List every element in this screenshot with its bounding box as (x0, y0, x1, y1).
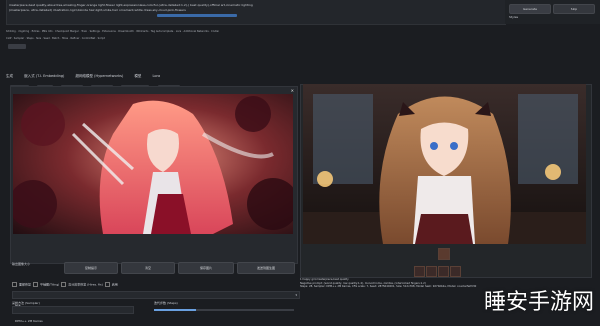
anime-girl-brown-hair-illustration (303, 84, 586, 244)
chevron-down-icon: ▾ (295, 293, 297, 297)
toolbar-item[interactable]: Script (98, 37, 105, 40)
image-icon[interactable] (426, 266, 437, 277)
steps-label: 迭代步数 (Steps) (154, 301, 178, 305)
toolbar-item[interactable]: Checkpoint Merger (55, 30, 79, 33)
folder-icon[interactable] (414, 266, 425, 277)
sampler-value: DPM++ 2M Karras (15, 319, 43, 323)
anime-girl-red-hair-illustration (13, 94, 293, 234)
skip-button[interactable]: Skip (553, 4, 595, 14)
steps-slider[interactable] (154, 309, 294, 311)
toolbar-item[interactable]: Refiner (71, 37, 80, 40)
prompt-line-2: (masterpiece, ultra-detailed) illustrati… (9, 8, 186, 12)
toolbar-item[interactable]: Seed (44, 37, 50, 40)
site-watermark: 睡安手游网 (483, 290, 594, 315)
toolbar-item[interactable]: Sampler (14, 37, 24, 40)
toolbar-item[interactable]: Civitai (211, 30, 219, 33)
toolbar-item[interactable]: Steps (27, 37, 34, 40)
output-image[interactable] (303, 84, 586, 244)
toolbar-item[interactable]: Lora (176, 30, 181, 33)
checkbox-label: 面部修复 (19, 282, 32, 287)
checkbox[interactable] (61, 282, 67, 287)
toolbar-row-1: txt2img · img2img · Extras · PNG Info · … (6, 30, 598, 36)
toolbar-row-2: CLIP · Sampler · Steps · Size · Seed · B… (6, 37, 598, 43)
prompt-line-1: masterpiece,best quality,absurdres,amazi… (9, 3, 253, 7)
palette-icon[interactable] (438, 266, 449, 277)
close-icon[interactable]: ✕ (291, 89, 294, 93)
options-row: 面部修复 平铺图(Tiling) 高分辨率修复 (Hires. fix) 启用 (12, 282, 118, 287)
toolbar-item[interactable]: Tag Autocomplete (151, 30, 174, 33)
prompt-textarea[interactable]: masterpiece,best quality,absurdres,amazi… (6, 0, 506, 25)
toolbar-item[interactable]: Train (81, 30, 87, 33)
main-tabs: 生成 嵌入式 (T.I. Embedding) 超网络模型 (Hypernetw… (6, 62, 286, 78)
script-dropdown[interactable]: 脚本 ▾ (12, 291, 300, 308)
token-progress-bar (157, 14, 237, 17)
output-action-icons (414, 266, 474, 277)
toolbar-item[interactable]: ControlNet (82, 37, 95, 40)
checkbox-label: 平铺图(Tiling) (39, 282, 60, 287)
output-thumbnail[interactable] (438, 248, 450, 260)
generation-settings: 面部修复 平铺图(Tiling) 高分辨率修复 (Hires. fix) 启用 … (10, 270, 300, 323)
sampler-select[interactable]: DPM++ 2M Karras (12, 306, 134, 323)
checkbox[interactable] (32, 282, 38, 287)
toolbar-item[interactable]: PNG Info (42, 30, 53, 33)
toolbar-item[interactable]: Hires (62, 37, 68, 40)
toolbar-item[interactable]: Dreambooth (118, 30, 134, 33)
toolbar-row-1-items: txt2img · img2img · Extras · PNG Info · … (6, 30, 219, 33)
toolbar-item[interactable]: Batch (52, 37, 59, 40)
toolbar-item[interactable]: txt2img (6, 30, 16, 33)
toolbar-item[interactable]: img2img (18, 30, 29, 33)
toolbar-item[interactable]: Size (36, 37, 41, 40)
styles-label: Styles (509, 15, 519, 19)
toolbar-item[interactable]: Extensions (102, 30, 116, 33)
info-line-3: Steps: 28, Sampler: DPM++ 2M Karras, CFG… (300, 285, 477, 289)
image-icon (438, 248, 450, 260)
checkbox-label: 高分辨率修复 (Hires. fix) (68, 282, 103, 287)
save-icon[interactable] (450, 266, 461, 277)
checkbox-label: 启用 (111, 282, 118, 287)
toolbar-item[interactable]: Settings (90, 30, 100, 33)
sampler-label: 采样方法 (Sampler) (12, 301, 40, 305)
toolbar-row-2-items: CLIP · Sampler · Steps · Size · Seed · B… (6, 37, 105, 40)
steps-slider-fill (154, 309, 196, 311)
toolbar-item[interactable]: Wildcards (136, 30, 148, 33)
toolbar-item[interactable]: CLIP (6, 37, 11, 40)
generate-button[interactable]: Generate (509, 4, 551, 14)
toolbar-item[interactable]: Additional Networks (184, 30, 209, 33)
img2img-subtabs: 图生图 涂鸦 局部重绘 涂鸦重绘 上传重绘蒙版 批量处理 (10, 76, 290, 95)
output-caption: 输出图像大小 (12, 262, 31, 266)
checkbox[interactable] (12, 282, 17, 287)
active-toolbar-tab[interactable] (8, 44, 26, 49)
input-image[interactable] (13, 94, 293, 234)
checkbox[interactable] (104, 282, 110, 287)
generate-panel: Generate Skip Styles (505, 0, 600, 24)
generation-info: 1 happy girl,masterpiece,best quality Ne… (300, 278, 498, 300)
toolbar-item[interactable]: Extras (32, 30, 40, 33)
